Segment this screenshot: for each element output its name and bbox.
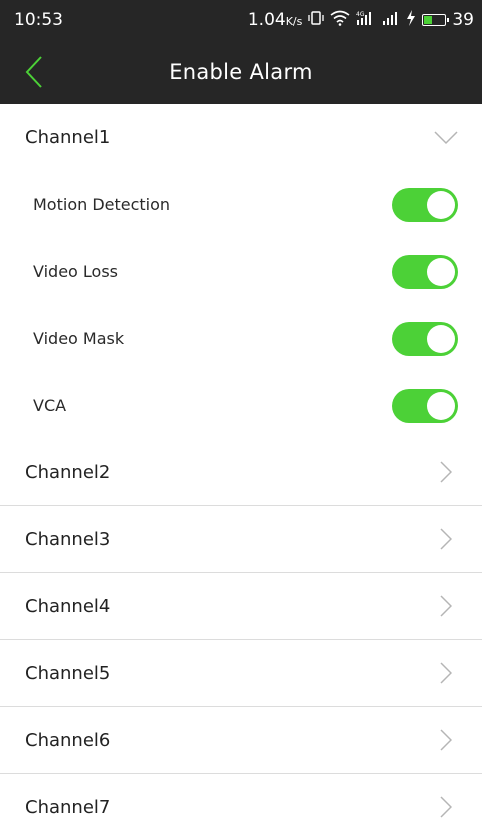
- signal-4g-icon: 4G: [356, 10, 376, 31]
- vibrate-icon: [308, 10, 325, 31]
- svg-text:4G: 4G: [356, 11, 365, 18]
- toggle-knob: [427, 324, 455, 353]
- toggle-knob: [427, 391, 455, 420]
- chevron-right-icon[interactable]: [434, 527, 458, 551]
- battery-icon: [422, 14, 450, 26]
- channel-list: Channel1 Motion Detection Video Loss Video …: [0, 104, 482, 839]
- signal-icon: [382, 10, 400, 31]
- net-speed: 1.04K/s: [247, 10, 303, 30]
- chevron-down-icon[interactable]: [434, 126, 458, 150]
- alarm-option-row: Video Loss: [0, 238, 482, 305]
- chevron-right-icon[interactable]: [434, 460, 458, 484]
- alarm-option-row: Video Mask: [0, 305, 482, 372]
- channel-row[interactable]: Channel5: [0, 640, 482, 707]
- channel-row[interactable]: Channel1: [0, 104, 482, 171]
- alarm-toggle[interactable]: [392, 187, 458, 222]
- chevron-right-icon[interactable]: [434, 594, 458, 618]
- channel-row[interactable]: Channel4: [0, 573, 482, 640]
- alarm-option-label: VCA: [33, 396, 67, 415]
- channel-label: Channel7: [25, 796, 111, 818]
- alarm-toggle[interactable]: [392, 388, 458, 423]
- channel-label: Channel5: [25, 662, 111, 684]
- channel-row[interactable]: Channel6: [0, 707, 482, 774]
- chevron-left-icon: [25, 56, 42, 88]
- chevron-right-icon[interactable]: [434, 728, 458, 752]
- status-icons: 1.04K/s 4G 39: [247, 9, 474, 31]
- alarm-option-row: VCA: [0, 372, 482, 439]
- battery-percent: 39: [452, 10, 474, 30]
- toggle-knob: [427, 257, 455, 286]
- channel-row[interactable]: Channel7: [0, 774, 482, 839]
- page-title: Enable Alarm: [169, 60, 313, 84]
- alarm-toggle[interactable]: [392, 321, 458, 356]
- wifi-icon: [330, 10, 350, 31]
- alarm-toggle[interactable]: [392, 254, 458, 289]
- back-button[interactable]: [14, 52, 54, 92]
- alarm-option-label: Video Mask: [33, 329, 125, 348]
- chevron-right-icon[interactable]: [434, 795, 458, 819]
- toggle-knob: [427, 190, 455, 219]
- channel-label: Channel1: [25, 127, 111, 148]
- channel-label: Channel6: [25, 729, 111, 751]
- chevron-right-icon[interactable]: [434, 661, 458, 685]
- screen: 10:53 1.04K/s 4G 39 Enable Alarm Channel…: [0, 0, 482, 839]
- charging-icon: [406, 9, 416, 31]
- channel-row[interactable]: Channel3: [0, 506, 482, 573]
- app-header: Enable Alarm: [0, 40, 482, 104]
- channel-label: Channel4: [25, 595, 111, 617]
- alarm-option-row: Motion Detection: [0, 171, 482, 238]
- alarm-option-label: Motion Detection: [33, 195, 171, 214]
- channel-label: Channel3: [25, 528, 111, 550]
- channel-label: Channel2: [25, 461, 111, 483]
- channel-row[interactable]: Channel2: [0, 439, 482, 506]
- status-bar: 10:53 1.04K/s 4G 39: [0, 0, 482, 40]
- alarm-option-label: Video Loss: [33, 262, 119, 281]
- battery-fill: [424, 16, 433, 24]
- status-time: 10:53: [14, 10, 63, 30]
